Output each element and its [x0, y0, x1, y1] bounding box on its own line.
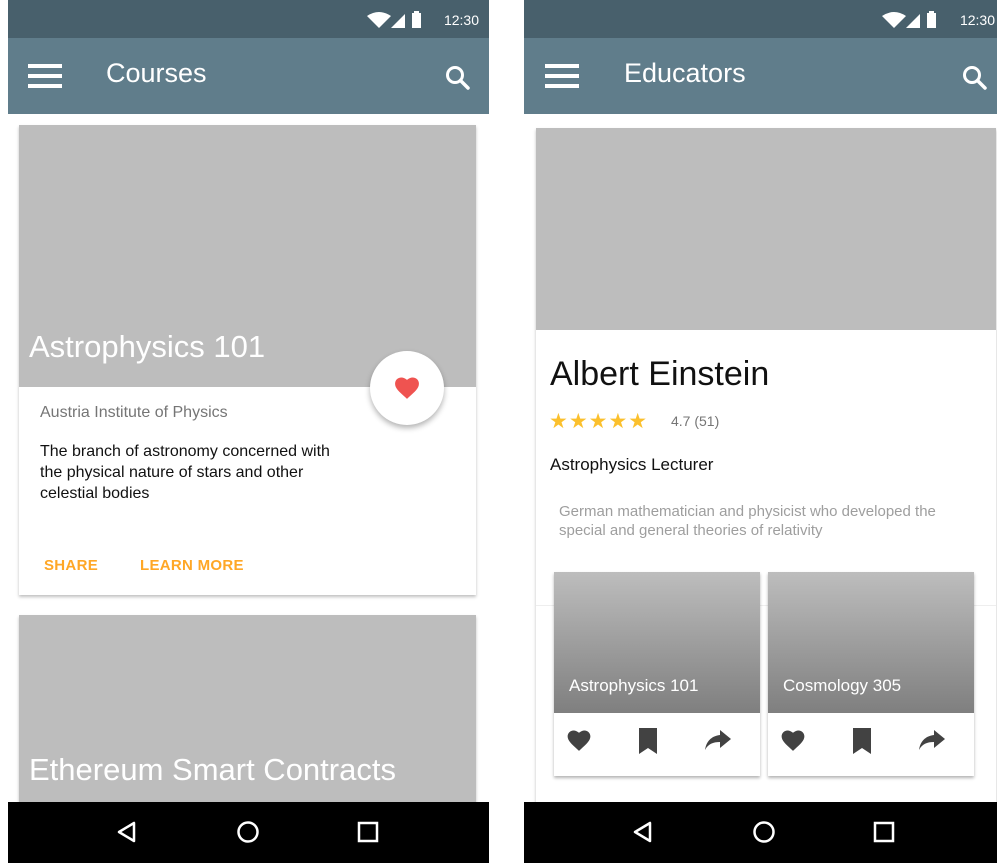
rating-value: 4.7 (51) — [671, 413, 720, 429]
course-title: Ethereum Smart Contracts — [29, 752, 396, 787]
recents-icon[interactable] — [353, 817, 383, 847]
back-icon[interactable] — [112, 817, 142, 847]
educators-screen: 12:30 Educators Albert Einstein ★★★★★ 4.… — [524, 0, 997, 863]
educator-card: Albert Einstein ★★★★★ 4.7 (51) Astrophys… — [536, 128, 996, 802]
back-icon[interactable] — [628, 817, 658, 847]
status-icons — [882, 10, 942, 30]
heart-icon — [395, 377, 419, 399]
educator-role: Astrophysics Lecturer — [550, 455, 714, 474]
bookmark-icon[interactable] — [638, 728, 658, 759]
wifi-icon — [882, 12, 906, 28]
navigation-bar — [524, 802, 997, 863]
courses-screen: 12:30 Courses Astrophysics 101 Austria I… — [8, 0, 489, 863]
search-icon[interactable] — [445, 65, 471, 96]
page-title: Educators — [624, 58, 746, 88]
status-time: 12:30 — [959, 12, 995, 28]
page-title: Courses — [106, 58, 207, 88]
share-icon[interactable] — [918, 728, 946, 757]
course-title: Astrophysics 101 — [29, 329, 266, 364]
search-icon[interactable] — [962, 65, 988, 96]
app-bar: Courses — [8, 38, 489, 114]
status-time: 12:30 — [443, 12, 479, 28]
educator-name: Albert Einstein — [550, 355, 770, 393]
app-bar: Educators — [524, 38, 997, 114]
share-button[interactable]: SHARE — [44, 557, 98, 574]
menu-icon[interactable] — [545, 64, 579, 93]
course-title: Astrophysics 101 — [569, 676, 699, 695]
heart-icon[interactable] — [566, 728, 592, 757]
wifi-icon — [367, 12, 391, 28]
navigation-bar — [8, 802, 489, 863]
bookmark-icon[interactable] — [852, 728, 872, 759]
menu-icon[interactable] — [28, 64, 62, 93]
course-description: The branch of astronomy concerned with t… — [40, 443, 330, 502]
course-institution: Austria Institute of Physics — [40, 404, 228, 421]
status-bar: 12:30 — [8, 0, 489, 38]
favorite-button[interactable] — [370, 351, 444, 425]
status-icons — [367, 10, 427, 30]
educator-course-card[interactable]: Astrophysics 101 — [554, 572, 760, 776]
share-icon[interactable] — [704, 728, 732, 757]
recents-icon[interactable] — [869, 817, 899, 847]
course-list[interactable]: Astrophysics 101 Austria Institute of Ph… — [8, 114, 489, 802]
signal-icon — [906, 14, 920, 28]
heart-icon[interactable] — [780, 728, 806, 757]
status-bar: 12:30 — [524, 0, 997, 38]
educator-bio: German mathematician and physicist who d… — [559, 503, 936, 539]
home-icon[interactable] — [749, 817, 779, 847]
learn-more-button[interactable]: LEARN MORE — [140, 557, 244, 574]
course-card[interactable]: Ethereum Smart Contracts — [19, 615, 476, 802]
battery-icon — [927, 13, 936, 28]
educator-course-card[interactable]: Cosmology 305 — [768, 572, 974, 776]
educator-image — [536, 128, 996, 330]
signal-icon — [391, 14, 405, 28]
battery-icon — [412, 13, 421, 28]
home-icon[interactable] — [233, 817, 263, 847]
educator-detail[interactable]: Albert Einstein ★★★★★ 4.7 (51) Astrophys… — [524, 114, 997, 802]
course-title: Cosmology 305 — [783, 676, 902, 695]
rating-stars: ★★★★★ — [549, 410, 649, 433]
